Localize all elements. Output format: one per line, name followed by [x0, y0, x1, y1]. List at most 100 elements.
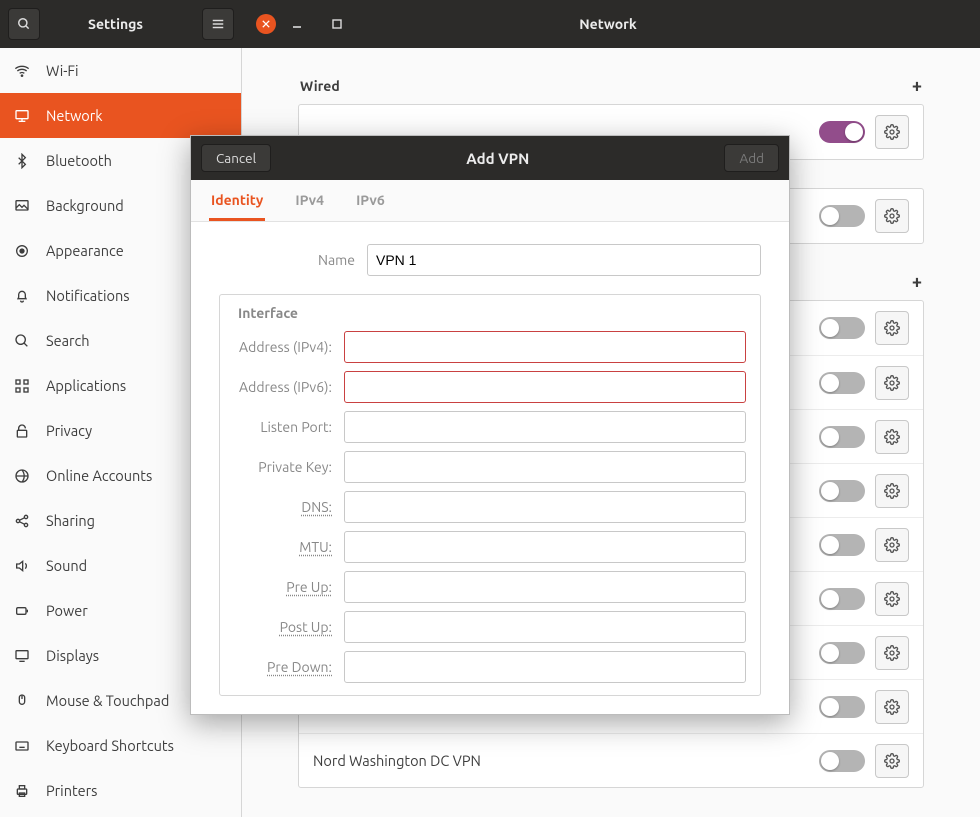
sidebar-item-label: Bluetooth	[46, 152, 112, 169]
label-listen-port: Listen Port:	[234, 419, 344, 435]
sidebar-item-label: Printers	[46, 782, 97, 799]
wifi-icon	[14, 63, 32, 79]
sidebar-item-label: Search	[46, 332, 90, 349]
sidebar-item-label: Mouse & Touchpad	[46, 692, 169, 709]
input-private-key[interactable]	[344, 451, 746, 483]
vpn-settings-button[interactable]	[875, 744, 909, 778]
name-input[interactable]	[367, 244, 761, 276]
search-icon	[17, 17, 31, 31]
sidebar-item-printers[interactable]: Printers	[0, 768, 241, 813]
input-mtu[interactable]	[344, 531, 746, 563]
input-address-ipv4[interactable]	[344, 331, 746, 363]
label-post-up: Post Up:	[234, 619, 344, 635]
tab-ipv4[interactable]: IPv4	[293, 180, 326, 221]
gear-icon	[884, 429, 900, 445]
input-address-ipv6[interactable]	[344, 371, 746, 403]
titlebar: Settings Network	[0, 0, 980, 48]
bell-icon	[14, 288, 32, 304]
wired-toggle[interactable]	[819, 121, 865, 143]
close-icon	[262, 20, 270, 28]
header-search-button[interactable]	[8, 8, 40, 40]
sidebar-item-label: Power	[46, 602, 88, 619]
vpn-toggle[interactable]	[819, 750, 865, 772]
vpn-toggle[interactable]	[819, 642, 865, 664]
toggle[interactable]	[819, 205, 865, 227]
keyboard-icon	[14, 738, 32, 754]
interface-fieldset: Interface Address (IPv4): Address (IPv6)…	[219, 294, 761, 696]
sidebar-item-label: Appearance	[46, 242, 124, 259]
sidebar-item-label: Sharing	[46, 512, 95, 529]
label-pre-down: Pre Down:	[234, 659, 344, 675]
settings-button[interactable]	[875, 199, 909, 233]
gear-icon	[884, 645, 900, 661]
label-addr4: Address (IPv4):	[234, 339, 344, 355]
apps-icon	[14, 378, 32, 394]
wired-settings-button[interactable]	[875, 115, 909, 149]
vpn-toggle[interactable]	[819, 480, 865, 502]
gear-icon	[884, 208, 900, 224]
vpn-settings-button[interactable]	[875, 690, 909, 724]
vpn-settings-button[interactable]	[875, 366, 909, 400]
gear-icon	[884, 320, 900, 336]
input-pre-up[interactable]	[344, 571, 746, 603]
online-icon	[14, 468, 32, 484]
hamburger-icon	[211, 17, 225, 31]
vpn-settings-button[interactable]	[875, 420, 909, 454]
dialog-title: Add VPN	[271, 150, 724, 167]
add-vpn-button[interactable]: +	[912, 272, 922, 292]
label-private-key: Private Key:	[234, 459, 344, 475]
page-title: Network	[356, 16, 860, 32]
sidebar-item-label: Privacy	[46, 422, 92, 439]
sidebar-item-label: Online Accounts	[46, 467, 152, 484]
network-icon	[14, 108, 32, 124]
gear-icon	[884, 124, 900, 140]
maximize-icon	[332, 19, 342, 29]
input-dns[interactable]	[344, 491, 746, 523]
vpn-toggle[interactable]	[819, 372, 865, 394]
input-listen-port[interactable]	[344, 411, 746, 443]
displays-icon	[14, 648, 32, 664]
section-title: Wired	[300, 78, 340, 94]
vpn-settings-button[interactable]	[875, 311, 909, 345]
add-vpn-dialog: Cancel Add VPN Add Identity IPv4 IPv6 Na…	[190, 135, 790, 715]
sidebar-item-label: Keyboard Shortcuts	[46, 737, 174, 754]
sidebar-item-network[interactable]: Network	[0, 93, 241, 138]
sidebar-item-wi-fi[interactable]: Wi-Fi	[0, 48, 241, 93]
sidebar-item-label: Background	[46, 197, 124, 214]
minimize-icon	[292, 19, 302, 29]
sidebar-item-keyboard-shortcuts[interactable]: Keyboard Shortcuts	[0, 723, 241, 768]
app-title: Settings	[88, 16, 143, 32]
window-minimize-button[interactable]	[292, 19, 316, 29]
window-close-button[interactable]	[256, 14, 276, 34]
header-menu-button[interactable]	[202, 8, 234, 40]
privacy-icon	[14, 423, 32, 439]
vpn-toggle[interactable]	[819, 426, 865, 448]
mouse-icon	[14, 693, 32, 709]
dialog-header: Cancel Add VPN Add	[191, 136, 789, 180]
fieldset-title: Interface	[234, 305, 746, 321]
vpn-toggle[interactable]	[819, 696, 865, 718]
gear-icon	[884, 591, 900, 607]
vpn-toggle[interactable]	[819, 588, 865, 610]
bluetooth-icon	[14, 153, 32, 169]
tab-ipv6[interactable]: IPv6	[354, 180, 387, 221]
add-button[interactable]: Add	[724, 144, 779, 172]
dialog-body: Name Interface Address (IPv4): Address (…	[191, 222, 789, 714]
input-pre-down[interactable]	[344, 651, 746, 683]
printers-icon	[14, 783, 32, 799]
input-post-up[interactable]	[344, 611, 746, 643]
vpn-settings-button[interactable]	[875, 636, 909, 670]
tab-identity[interactable]: Identity	[209, 180, 265, 221]
label-mtu: MTU:	[234, 539, 344, 555]
window-maximize-button[interactable]	[332, 19, 356, 29]
vpn-settings-button[interactable]	[875, 528, 909, 562]
sidebar-item-label: Sound	[46, 557, 87, 574]
label-pre-up: Pre Up:	[234, 579, 344, 595]
vpn-settings-button[interactable]	[875, 474, 909, 508]
sound-icon	[14, 558, 32, 574]
add-wired-button[interactable]: +	[912, 76, 922, 96]
vpn-settings-button[interactable]	[875, 582, 909, 616]
cancel-button[interactable]: Cancel	[201, 144, 271, 172]
vpn-toggle[interactable]	[819, 534, 865, 556]
vpn-toggle[interactable]	[819, 317, 865, 339]
